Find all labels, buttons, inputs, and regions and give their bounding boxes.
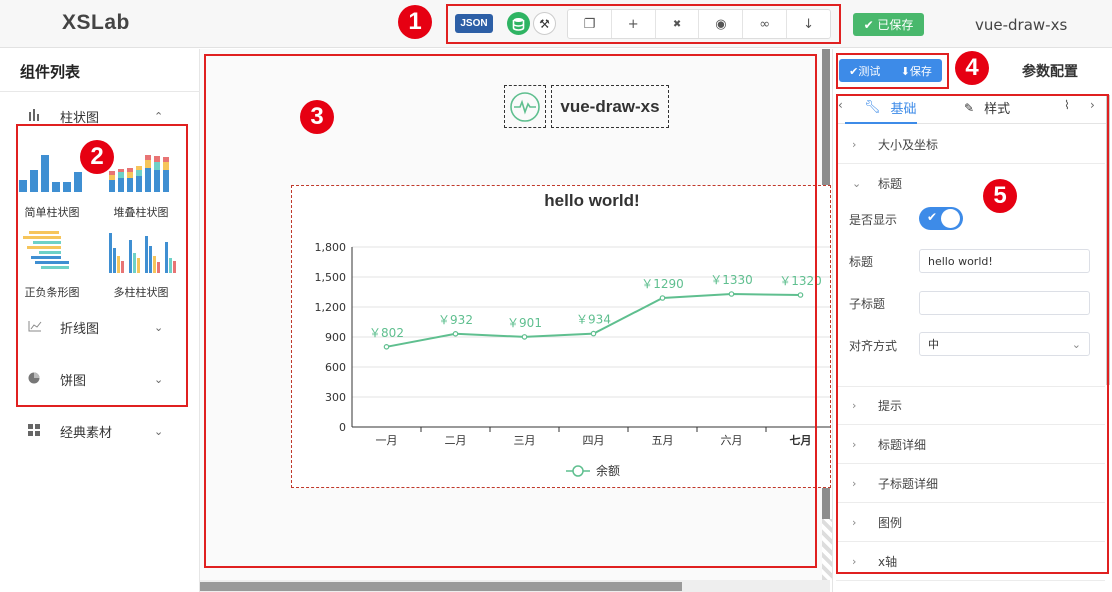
annotation-box-canvas xyxy=(204,54,817,568)
divider xyxy=(0,91,200,92)
annotation-badge: 2 xyxy=(80,140,114,174)
app-title: vue-draw-xs xyxy=(975,16,1068,34)
chevron-up-icon: ⌃ xyxy=(154,110,164,123)
config-panel-title: 参数配置 xyxy=(1022,64,1078,80)
scrollbar-thumb[interactable] xyxy=(200,582,682,591)
annotation-box-config xyxy=(836,94,1109,574)
component-list-title: 组件列表 xyxy=(20,63,81,81)
chevron-down-icon: ⌄ xyxy=(154,425,164,438)
category-classic-assets[interactable]: 经典素材 ⌄ xyxy=(28,422,178,441)
annotation-badge: 5 xyxy=(983,179,1017,213)
app-logo: XSLab xyxy=(62,11,130,34)
annotation-box-actions xyxy=(836,53,949,89)
grid-icon xyxy=(28,423,42,440)
bar-chart-icon xyxy=(28,108,42,125)
category-label: 经典素材 xyxy=(60,426,113,441)
annotation-badge: 3 xyxy=(300,100,334,134)
saved-status-button[interactable]: ✔ 已保存 xyxy=(853,13,924,36)
annotation-badge: 4 xyxy=(955,51,989,85)
annotation-box-toolbar xyxy=(446,4,841,44)
annotation-badge: 1 xyxy=(398,5,432,39)
canvas-transparent-area xyxy=(822,519,832,580)
canvas-horizontal-scrollbar[interactable] xyxy=(200,580,830,592)
